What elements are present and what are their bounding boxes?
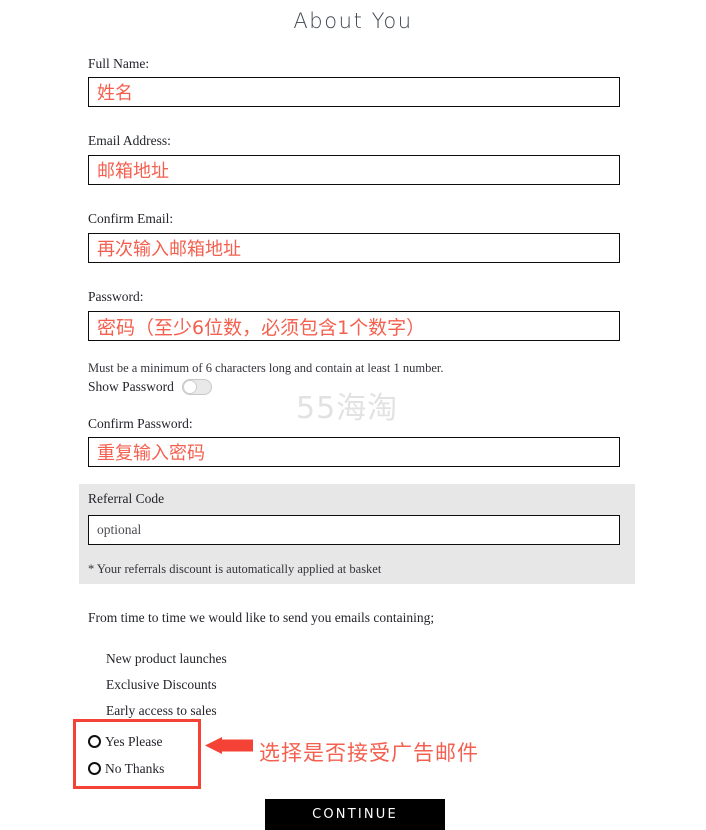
confirm-password-label: Confirm Password: xyxy=(88,416,193,431)
about-you-form-page: 55海淘 About You Full Name: 姓名 Email Addre… xyxy=(0,0,706,830)
email-address-label: Email Address: xyxy=(88,133,171,148)
site-watermark: 55海淘 xyxy=(296,391,399,426)
annotation-highlight-box xyxy=(73,719,201,789)
confirm-email-label: Confirm Email: xyxy=(88,211,174,226)
page-title: About You xyxy=(293,9,413,33)
email-address-input[interactable]: 邮箱地址 xyxy=(88,155,620,185)
pref-item-exclusive-discounts: Exclusive Discounts xyxy=(106,677,217,692)
pref-item-new-product-launches: New product launches xyxy=(106,651,227,666)
password-input[interactable]: 密码（至少6位数，必须包含1个数字） xyxy=(88,311,620,341)
referral-code-label: Referral Code xyxy=(88,491,165,506)
annotation-left-arrow-icon xyxy=(205,737,253,757)
referral-code-input[interactable]: optional xyxy=(88,515,620,545)
continue-button[interactable]: CONTINUE xyxy=(265,799,445,830)
confirm-password-input[interactable]: 重复输入密码 xyxy=(88,437,620,467)
email-prefs-intro: From time to time we would like to send … xyxy=(88,610,435,625)
password-hint: Must be a minimum of 6 characters long a… xyxy=(88,361,444,375)
annotation-text: 选择是否接受广告邮件 xyxy=(259,741,479,765)
full-name-label: Full Name: xyxy=(88,56,150,71)
show-password-switch[interactable] xyxy=(181,379,212,395)
pref-item-early-access-to-sales: Early access to sales xyxy=(106,703,217,718)
switch-knob-icon xyxy=(182,380,197,394)
referral-note: * Your referrals discount is automatical… xyxy=(88,562,382,576)
password-label: Password: xyxy=(88,289,144,304)
confirm-email-input[interactable]: 再次输入邮箱地址 xyxy=(88,233,620,263)
full-name-input[interactable]: 姓名 xyxy=(88,77,620,107)
show-password-label: Show Password xyxy=(88,379,174,395)
show-password-toggle-row[interactable]: Show Password xyxy=(88,379,212,395)
